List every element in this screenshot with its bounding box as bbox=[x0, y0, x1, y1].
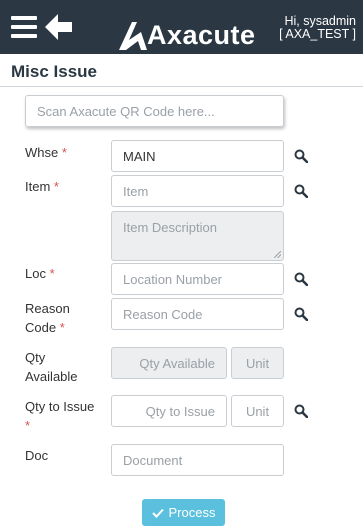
qty-to-issue-input[interactable]: Qty to Issue bbox=[111, 395, 227, 427]
axacute-logo: Axacute bbox=[119, 18, 256, 50]
top-bar: Axacute Hi, sysadmin [ AXA_TEST ] bbox=[0, 0, 363, 54]
item-description-field: Item Description bbox=[111, 211, 284, 261]
qty-to-issue-label: Qty to Issue * bbox=[25, 399, 95, 433]
qty-to-issue-unit-input[interactable]: Unit bbox=[231, 395, 284, 427]
qty-available-label: Qty Available bbox=[25, 350, 78, 384]
axacute-logo-mark bbox=[119, 22, 147, 50]
whse-input[interactable]: MAIN bbox=[111, 140, 284, 172]
resize-grip-icon bbox=[274, 251, 281, 258]
check-icon bbox=[151, 508, 164, 518]
reason-code-label: Reason Code * bbox=[25, 301, 70, 335]
search-icon[interactable] bbox=[294, 149, 308, 163]
item-input[interactable]: Item bbox=[111, 175, 284, 207]
search-icon[interactable] bbox=[294, 272, 308, 286]
title-divider bbox=[0, 86, 363, 87]
search-icon[interactable] bbox=[294, 404, 308, 418]
loc-label: Loc * bbox=[25, 266, 55, 281]
location-input[interactable]: Location Number bbox=[111, 263, 284, 295]
brand-name: Axacute bbox=[147, 20, 256, 50]
process-button[interactable]: Process bbox=[142, 499, 225, 526]
reason-code-input[interactable]: Reason Code bbox=[111, 298, 284, 330]
site-name: [ AXA_TEST ] bbox=[279, 27, 356, 41]
page-title: Misc Issue bbox=[11, 62, 97, 81]
item-label: Item * bbox=[25, 179, 59, 194]
scan-qr-input[interactable]: Scan Axacute QR Code here... bbox=[25, 95, 284, 127]
qty-available-unit-field: Unit bbox=[231, 347, 284, 379]
hamburger-menu-icon[interactable] bbox=[11, 16, 37, 38]
back-arrow-icon[interactable] bbox=[45, 14, 73, 40]
search-icon[interactable] bbox=[294, 307, 308, 321]
user-info: Hi, sysadmin [ AXA_TEST ] bbox=[279, 15, 356, 41]
whse-label: Whse * bbox=[25, 145, 67, 160]
process-button-label: Process bbox=[168, 505, 216, 520]
document-input[interactable]: Document bbox=[111, 444, 284, 476]
qty-available-field: Qty Available bbox=[111, 347, 227, 379]
search-icon[interactable] bbox=[294, 184, 308, 198]
doc-label: Doc bbox=[25, 448, 49, 463]
